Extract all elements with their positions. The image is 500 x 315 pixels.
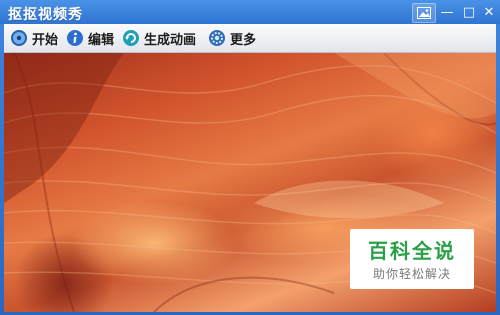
app-window: 抠抠视频秀 — □ ✕ 开始 编辑 生成动画 更多 百科全说 助你轻松解决: [0, 0, 500, 315]
more-label: 更多: [230, 32, 257, 48]
maximize-button[interactable]: □: [458, 3, 480, 21]
gear-icon: [209, 30, 225, 46]
minimize-button[interactable]: —: [436, 3, 458, 21]
toolbar: 开始 编辑 生成动画 更多: [4, 24, 496, 53]
watermark-subtitle: 助你轻松解决: [372, 267, 451, 281]
edit-label: 编辑: [88, 32, 115, 48]
picture-icon: [417, 7, 431, 19]
window-title: 抠抠视频秀: [8, 7, 83, 23]
start-button[interactable]: 开始: [10, 27, 58, 49]
close-button[interactable]: ✕: [480, 3, 498, 21]
start-label: 开始: [32, 32, 59, 48]
watermark-badge: 百科全说 助你轻松解决: [350, 229, 474, 289]
preview-canvas[interactable]: 百科全说 助你轻松解决: [4, 53, 496, 312]
generate-animation-label: 生成动画: [144, 32, 197, 48]
refresh-icon: [123, 30, 139, 46]
edit-button[interactable]: 编辑: [66, 27, 114, 49]
info-icon: [67, 30, 83, 46]
skin-button[interactable]: [412, 3, 436, 23]
title-bar[interactable]: 抠抠视频秀 — □ ✕: [0, 0, 500, 24]
generate-animation-button[interactable]: 生成动画: [122, 27, 196, 49]
watermark-title: 百科全说: [368, 239, 456, 263]
play-disc-icon: [11, 30, 27, 46]
more-button[interactable]: 更多: [208, 27, 256, 49]
